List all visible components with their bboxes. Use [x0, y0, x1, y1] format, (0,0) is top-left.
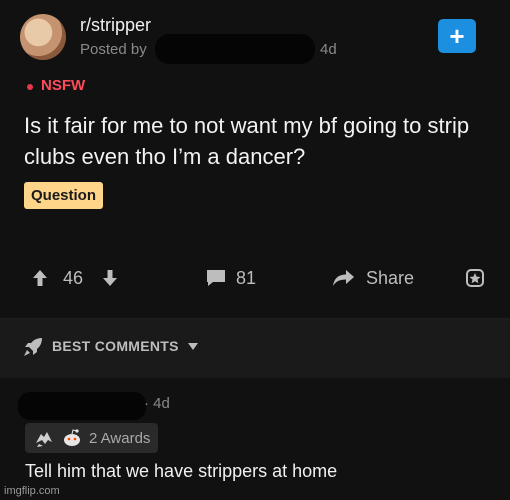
nsfw-dot: [27, 84, 33, 90]
downvote-arrow-icon: [103, 270, 117, 286]
redacted-username: [155, 34, 315, 64]
post-card: r/stripper Posted by 4d + NSFW Is it fai…: [0, 0, 510, 318]
subreddit-name[interactable]: r/stripper: [80, 15, 151, 36]
comment-awards[interactable]: 2 Awards: [25, 423, 159, 453]
comment-age: · 4d: [144, 395, 170, 412]
nsfw-badge: NSFW: [41, 77, 86, 94]
subreddit-avatar[interactable]: [20, 14, 66, 60]
comment-count: 81: [236, 267, 257, 288]
post-title[interactable]: Is it fair for me to not want my bf goin…: [24, 110, 494, 172]
comment-icon: [207, 270, 225, 286]
share-icon: [333, 270, 354, 286]
join-button[interactable]: +: [438, 19, 476, 53]
sort-bar[interactable]: BEST COMMENTS: [0, 320, 510, 378]
upvote-arrow-icon: [33, 270, 47, 286]
downvote-button[interactable]: [102, 262, 118, 294]
vote-count: 46: [63, 267, 84, 288]
awards-count: 2 Awards: [89, 429, 151, 447]
watermark: imgflip.com: [4, 485, 60, 497]
post-actions: 46 81 Share: [0, 262, 510, 294]
award-icon: [466, 269, 484, 287]
chevron-down-icon: [188, 343, 198, 350]
share-label: Share: [366, 267, 415, 288]
award-button[interactable]: [464, 262, 486, 294]
redacted-comment-author: [18, 392, 146, 420]
post-age: 4d: [320, 41, 337, 58]
plus-icon: +: [449, 21, 465, 51]
upvote-button[interactable]: [32, 262, 48, 294]
post-flair[interactable]: Question: [24, 182, 104, 209]
rocket-icon: [24, 338, 42, 356]
award-hands-icon: [36, 432, 52, 447]
posted-by-label: Posted by: [80, 41, 147, 58]
snoo-icon: [64, 429, 80, 446]
comments-button[interactable]: 81: [205, 262, 256, 294]
comment: · 4d 2 Awards Tell him that we have stri…: [0, 378, 510, 500]
comment-body: Tell him that we have strippers at home: [25, 461, 338, 481]
share-button[interactable]: Share: [332, 262, 414, 294]
sort-label: BEST COMMENTS: [52, 338, 179, 354]
